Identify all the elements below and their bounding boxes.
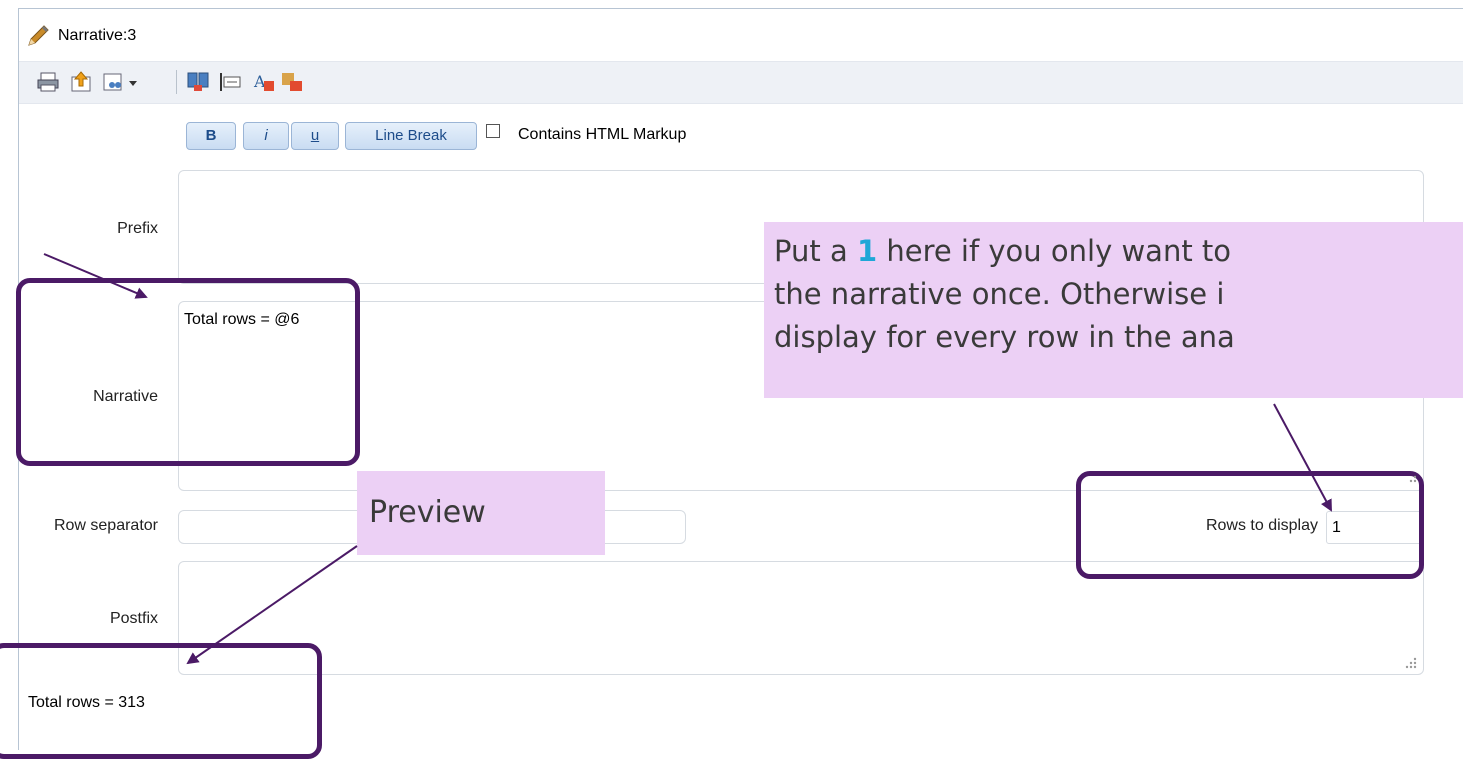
- properties-icon[interactable]: [218, 71, 242, 93]
- toolbar-divider: [176, 70, 177, 94]
- print-icon[interactable]: [36, 71, 60, 93]
- title-bar: [19, 9, 1463, 59]
- rows-callout-line-3: display for every row in the ana: [774, 320, 1235, 354]
- chevron-down-icon[interactable]: [128, 78, 138, 88]
- narrative-highlight-box: [16, 278, 360, 466]
- text-format-icon[interactable]: A: [252, 71, 276, 93]
- columns-icon[interactable]: [186, 71, 210, 93]
- export-icon[interactable]: [69, 71, 93, 93]
- rows-callout-line-1: Put a 1 here if you only want to: [774, 230, 1463, 273]
- line-break-button[interactable]: Line Break: [345, 122, 477, 150]
- resize-grip-icon[interactable]: [1404, 656, 1418, 670]
- italic-button[interactable]: i: [243, 122, 289, 150]
- underline-button[interactable]: u: [291, 122, 339, 150]
- rows-to-display-highlight-box: [1076, 471, 1424, 579]
- pencil-icon: [28, 25, 49, 46]
- rows-callout-line-2: the narrative once. Otherwise i: [774, 277, 1225, 311]
- preview-highlight-box: [0, 643, 322, 759]
- rows-callout-text-b: here if you only want to: [877, 234, 1232, 268]
- preview-icon[interactable]: [102, 71, 126, 93]
- postfix-label: Postfix: [109, 610, 158, 627]
- rows-callout: Put a 1 here if you only want to the nar…: [764, 222, 1463, 398]
- prefix-label: Prefix: [117, 220, 158, 237]
- html-markup-checkbox[interactable]: [486, 124, 500, 138]
- window-title: Narrative:3: [58, 27, 137, 44]
- html-markup-label: Contains HTML Markup: [518, 126, 687, 143]
- rows-callout-text-a: Put a: [774, 234, 857, 268]
- bold-button[interactable]: B: [186, 122, 236, 150]
- rows-callout-number: 1: [856, 234, 878, 268]
- row-separator-label: Row separator: [53, 517, 158, 534]
- preview-callout: Preview: [357, 471, 605, 555]
- resize-grip-icon[interactable]: [1404, 470, 1418, 484]
- clear-format-icon[interactable]: [280, 71, 304, 93]
